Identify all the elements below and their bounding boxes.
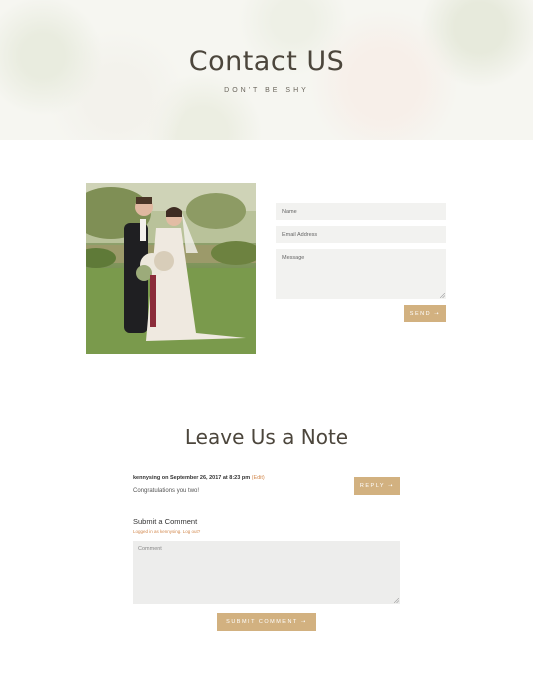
comment-placeholder: Comment — [138, 546, 162, 552]
message-placeholder: Message — [282, 255, 305, 261]
comment-textarea[interactable]: Comment — [133, 541, 400, 604]
comment-meta: kennysing on September 26, 2017 at 8:23 … — [133, 475, 265, 481]
email-field[interactable]: Email Address — [276, 226, 446, 243]
edit-link[interactable]: (Edit) — [252, 475, 265, 481]
name-field[interactable]: Name — [276, 203, 446, 220]
reply-button[interactable]: REPLY ➝ — [354, 477, 400, 495]
page-subtitle: DON'T BE SHY — [224, 87, 309, 94]
logged-in-link[interactable]: Logged in as kennysing. Log out? — [133, 529, 200, 534]
message-field[interactable]: Message — [276, 249, 446, 299]
section-title: Leave Us a Note — [184, 425, 349, 449]
send-button[interactable]: SEND ➝ — [404, 305, 446, 322]
hero-banner: Contact US DON'T BE SHY — [0, 0, 533, 140]
submit-comment-button[interactable]: SUBMIT COMMENT ➝ — [217, 613, 316, 631]
comment-author[interactable]: kennysing — [133, 475, 160, 481]
resize-grip-icon[interactable] — [394, 598, 399, 603]
resize-grip-icon[interactable] — [440, 293, 445, 298]
page-title: Contact US — [188, 46, 345, 77]
comment-date: on September 26, 2017 at 8:23 pm — [161, 475, 251, 481]
wedding-photo — [86, 183, 256, 354]
comment-body: Congratulations you two! — [133, 488, 200, 494]
submit-comment-heading: Submit a Comment — [133, 517, 198, 526]
